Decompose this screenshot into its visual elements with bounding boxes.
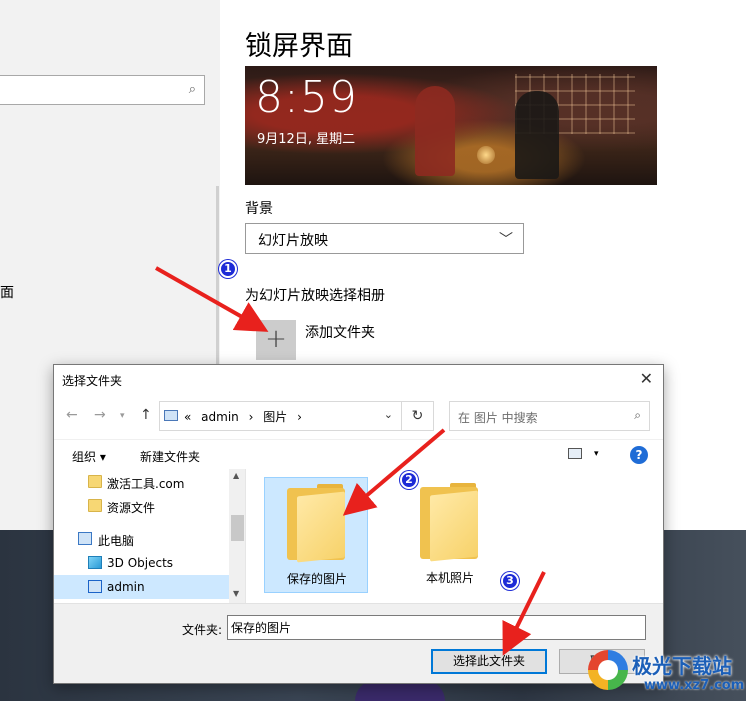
navigation-pane: 激活工具.com 资源文件 此电脑 3D Objects admin ▲ ▼ [54,469,246,603]
refresh-icon[interactable]: ↻ [402,401,434,431]
folder-name-input[interactable] [227,615,646,640]
search-icon: ⌕ [634,408,641,422]
add-folder-label[interactable]: 添加文件夹 [305,322,375,342]
add-folder-button[interactable]: + [256,320,296,360]
pictures-folder-icon [164,410,178,421]
back-arrow-icon[interactable]: ← [66,407,78,423]
dialog-title: 选择文件夹 [62,374,123,388]
nav-item-label: 此电脑 [98,534,135,548]
breadcrumb-admin[interactable]: admin [201,410,239,424]
settings-search-box[interactable]: ⌕ [0,75,205,105]
address-history-chevron-icon[interactable]: ⌄ [384,408,393,421]
chevron-down-icon: ﹀ [499,232,513,248]
new-folder-button[interactable]: 新建文件夹 [140,448,200,465]
preview-figure-red [415,86,455,176]
breadcrumb-overflow[interactable]: « [184,410,191,424]
dialog-footer: 文件夹: 选择此文件夹 取消 [54,603,663,683]
preview-date: 9月12日, 星期二 [257,132,356,147]
search-placeholder: 在 图片 中搜索 [458,411,538,425]
aurora-logo-icon [588,650,628,690]
folder-icon [287,484,345,563]
close-icon[interactable]: ✕ [640,369,653,388]
background-dropdown[interactable]: 幻灯片放映 ﹀ [245,223,524,254]
album-label: 为幻灯片放映选择相册 [245,288,385,304]
nav-item-label: 3D Objects [107,556,174,570]
search-box[interactable]: 在 图片 中搜索 ⌕ [449,401,650,431]
dialog-toolbar: 组织 ▾ 新建文件夹 ▾ ? [54,439,663,469]
folder-item-label: 保存的图片 [286,572,347,586]
watermark-name: 极光下载站 [632,654,732,678]
3d-objects-icon [88,556,102,569]
nav-item-admin[interactable]: admin [54,575,229,599]
nav-item-label: admin [107,580,145,594]
nav-item[interactable]: 资源文件 [54,494,229,518]
desktop-icon [88,580,102,593]
folder-item-camera-roll[interactable]: 本机照片 [398,477,502,593]
scroll-down-icon[interactable]: ▼ [233,589,239,598]
organize-menu[interactable]: 组织 ▾ [72,448,106,465]
address-bar[interactable]: « admin › 图片 › ⌄ [159,401,402,431]
breadcrumb-pictures[interactable]: 图片 [263,410,287,424]
folder-icon [88,475,102,488]
sidebar-partial-label[interactable]: 面 [0,282,14,302]
lock-screen-preview: 8:59 9月12日, 星期二 [245,66,657,185]
up-arrow-icon[interactable]: ↑ [140,407,152,423]
scroll-up-icon[interactable]: ▲ [233,471,239,480]
file-list: 保存的图片 本机照片 [247,469,663,603]
computer-icon [78,532,92,545]
breadcrumb: « admin › 图片 › [184,408,308,425]
forward-arrow-icon[interactable]: → [94,407,106,423]
folder-name-label: 文件夹: [182,623,223,637]
nav-item[interactable]: 激活工具.com [54,470,229,494]
breadcrumb-separator[interactable]: › [297,410,302,424]
breadcrumb-separator[interactable]: › [249,410,254,424]
background-dropdown-value: 幻灯片放映 [258,233,328,249]
preview-lamp [477,146,495,164]
folder-item-saved-pictures[interactable]: 保存的图片 [264,477,368,593]
preview-figure-dark [515,91,559,179]
folder-item-label: 本机照片 [425,571,474,585]
step-marker-2: 2 [400,471,418,489]
nav-item-3d-objects[interactable]: 3D Objects [54,551,229,575]
page-title: 锁屏界面 [245,31,353,62]
folder-icon [88,499,102,512]
folder-icon [420,483,478,562]
nav-item-label: 资源文件 [107,501,156,515]
step-marker-3: 3 [501,572,519,590]
nav-item-label: 激活工具.com [107,477,185,491]
recent-locations-chevron-icon[interactable]: ▾ [120,411,125,421]
nav-scrollbar[interactable]: ▲ ▼ [229,469,245,603]
select-folder-button[interactable]: 选择此文件夹 [431,649,547,674]
help-icon[interactable]: ? [630,446,648,464]
background-label: 背景 [245,201,273,217]
search-icon: ⌕ [188,82,196,97]
step-marker-1: 1 [219,260,237,278]
site-watermark: 极光下载站 www.xz7.com [588,648,746,701]
view-chevron-icon[interactable]: ▾ [594,449,599,459]
preview-clock: 8:59 [255,72,358,123]
scroll-thumb[interactable] [231,515,244,541]
view-icon[interactable] [568,448,582,459]
nav-item-this-pc[interactable]: 此电脑 [54,527,229,551]
watermark-url: www.xz7.com [644,678,745,693]
plus-icon: + [265,324,287,354]
folder-picker-dialog: 选择文件夹 ✕ ← → ▾ ↑ « admin › 图片 › ⌄ ↻ 在 图片 … [53,364,664,684]
